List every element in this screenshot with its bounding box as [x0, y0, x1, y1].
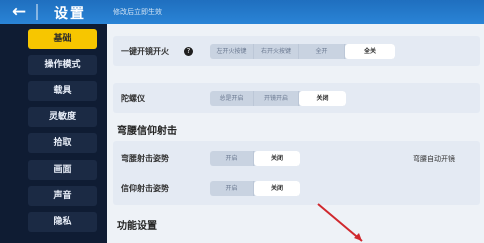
sidebar-item-vehicle[interactable]: 载具: [28, 81, 97, 101]
header-bar: ← 设置 修改后立即生效: [0, 0, 484, 24]
setting-row-one-key-fire: 一键开镜开火 ? 左开火按键 右开火按键 全开 全关: [113, 36, 480, 66]
help-icon[interactable]: ?: [184, 47, 193, 56]
one-key-fire-segmented: 左开火按键 右开火按键 全开 全关: [210, 44, 395, 59]
one-key-fire-label: 一键开镜开火: [121, 47, 169, 56]
gyroscope-label: 陀螺仪: [121, 94, 145, 103]
sidebar-item-sound[interactable]: 声音: [28, 186, 97, 206]
page-subtitle: 修改后立即生效: [113, 8, 162, 16]
option-all-off[interactable]: 全关: [345, 44, 395, 59]
page-title: 设置: [54, 6, 86, 22]
sidebar-item-sensitivity[interactable]: 灵敏度: [28, 107, 97, 127]
faith-fire-pose-label: 信仰射击姿势: [121, 184, 169, 193]
annotation-arrow-icon: [317, 203, 363, 242]
gyroscope-segmented: 总是开启 开镜开启 关闭: [210, 91, 346, 106]
option-scope-on[interactable]: 开镜开启: [254, 91, 299, 106]
sidebar: 基础 操作模式 载具 灵敏度 拾取 画面 声音 隐私: [0, 24, 107, 243]
back-arrow-icon[interactable]: ←: [4, 2, 34, 22]
sidebar-item-privacy[interactable]: 隐私: [28, 212, 97, 232]
option-on[interactable]: 开启: [210, 151, 254, 166]
setting-group-hip-fire: 弯腰射击姿势 开启 关闭 弯腰自动开镜 信仰射击姿势 开启 关闭: [113, 141, 480, 205]
option-left-fire[interactable]: 左开火按键: [210, 44, 254, 59]
option-off[interactable]: 关闭: [299, 91, 346, 106]
section-title-hip-fire: 弯腰信仰射击: [117, 126, 177, 137]
hip-auto-scope-label: 弯腰自动开镜: [413, 155, 455, 163]
option-all-on[interactable]: 全开: [299, 44, 345, 59]
option-right-fire[interactable]: 右开火按键: [254, 44, 299, 59]
option-on[interactable]: 开启: [210, 181, 254, 196]
hip-fire-pose-segmented: 开启 关闭: [210, 151, 300, 166]
sidebar-item-graphics[interactable]: 画面: [28, 160, 97, 180]
faith-fire-pose-segmented: 开启 关闭: [210, 181, 300, 196]
title-divider: [36, 4, 38, 20]
settings-panel: 一键开镜开火 ? 左开火按键 右开火按键 全开 全关 陀螺仪 总是开启 开镜开启…: [107, 24, 484, 243]
sidebar-item-basic[interactable]: 基础: [28, 29, 97, 49]
option-off[interactable]: 关闭: [254, 181, 300, 196]
section-title-function-settings: 功能设置: [117, 221, 157, 232]
option-always-on[interactable]: 总是开启: [210, 91, 254, 106]
sidebar-item-control-mode[interactable]: 操作模式: [28, 55, 97, 75]
hip-fire-pose-label: 弯腰射击姿势: [121, 154, 169, 163]
option-off[interactable]: 关闭: [254, 151, 300, 166]
sidebar-item-pickup[interactable]: 拾取: [28, 133, 97, 153]
setting-row-gyroscope: 陀螺仪 总是开启 开镜开启 关闭: [113, 83, 480, 113]
